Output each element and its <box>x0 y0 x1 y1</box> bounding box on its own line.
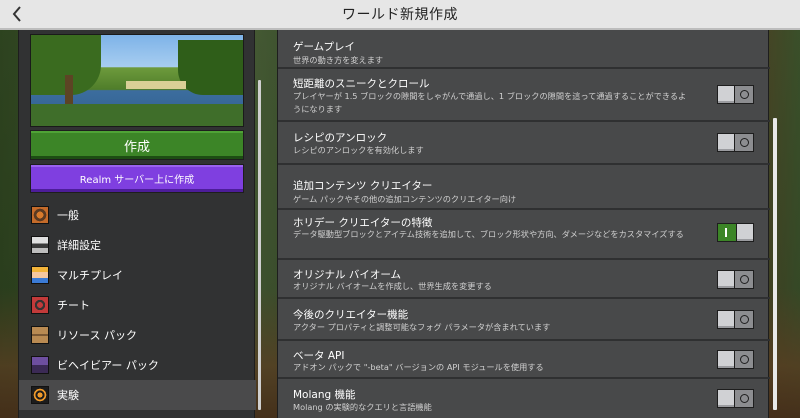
page-title: ワールド新規作成 <box>342 7 458 23</box>
nav-item-cheats[interactable]: チート <box>19 290 256 320</box>
right-scrollbar[interactable] <box>773 118 777 410</box>
section-header-addon-creators: 追加コンテンツ クリエイター ゲーム パックやその他の追加コンテンツのクリエイタ… <box>278 167 770 210</box>
nav-item-behavior-packs[interactable]: ビヘイビアー パック <box>19 350 256 380</box>
setting-desc: Molang の実験的なクエリと言語機能 <box>293 402 432 412</box>
setting-row-holiday-creator: ホリデー クリエイターの特徴 データ駆動型ブロックとアイテム技術を追加して、ブロ… <box>278 212 770 260</box>
resource-pack-icon <box>31 326 49 344</box>
section-header-gameplay: ゲームプレイ 世界の動き方を変えます <box>278 30 770 69</box>
setting-desc: プレイヤーが 1.5 ブロックの隙間をしゃがんで通過し、1 ブロックの隙間を這っ… <box>293 91 687 114</box>
section-title: ゲームプレイ <box>293 41 356 53</box>
title-bar: ワールド新規作成 <box>0 0 800 30</box>
toggle-recipe-unlock[interactable] <box>717 133 754 152</box>
nav-item-label: 詳細設定 <box>57 239 101 252</box>
experiments-panel: ゲームプレイ 世界の動き方を変えます 短距離のスニークとクロール プレイヤーが … <box>277 30 770 418</box>
nav-item-resource-packs[interactable]: リソース パック <box>19 320 256 350</box>
setting-title: 短距離のスニークとクロール <box>293 78 430 90</box>
setting-row-custom-biomes: オリジナル バイオーム オリジナル バイオームを作成し、世界生成を変更する <box>278 262 770 299</box>
behavior-pack-icon <box>31 356 49 374</box>
settings-nav: 一般 詳細設定 マルチプレイ チート リソース パック ビヘイビアー パック 実… <box>19 200 256 410</box>
chevron-left-icon <box>12 6 21 22</box>
toggle-upcoming-creator[interactable] <box>717 310 754 329</box>
setting-row-recipe-unlock: レシピのアンロック レシピのアンロックを有効化します <box>278 124 770 165</box>
experiments-icon <box>31 386 49 404</box>
nav-item-label: 一般 <box>57 209 79 222</box>
toggle-short-sneak[interactable] <box>717 85 754 104</box>
toggle-beta-api[interactable] <box>717 350 754 369</box>
setting-desc: アドオン パックで "-beta" バージョンの API モジュールを使用する <box>293 362 544 372</box>
cheat-icon <box>31 296 49 314</box>
setting-desc: データ駆動型ブロックとアイテム技術を追加して、ブロック形状や方向、ダメージなどを… <box>293 229 684 239</box>
nav-item-label: リソース パック <box>57 329 137 342</box>
setting-row-beta-api: ベータ API アドオン パックで "-beta" バージョンの API モジュ… <box>278 343 770 379</box>
nav-item-label: チート <box>57 299 90 312</box>
setting-row-molang: Molang 機能 Molang の実験的なクエリと言語機能 <box>278 381 770 418</box>
setting-title: Molang 機能 <box>293 389 356 401</box>
nav-item-multiplayer[interactable]: マルチプレイ <box>19 260 256 290</box>
setting-desc: レシピのアンロックを有効化します <box>293 145 424 155</box>
left-panel: 作成 Realm サーバー上に作成 一般 詳細設定 マルチプレイ チート リソー… <box>18 30 256 418</box>
nav-item-label: 実験 <box>57 389 79 402</box>
left-scrollbar[interactable] <box>258 80 261 410</box>
back-button[interactable] <box>6 3 28 25</box>
nav-item-experiments[interactable]: 実験 <box>19 380 256 410</box>
setting-desc: アクター プロパティと調整可能なフォグ パラメータが含まれています <box>293 322 551 332</box>
setting-title: 今後のクリエイター機能 <box>293 309 409 321</box>
section-desc: ゲーム パックやその他の追加コンテンツのクリエイター向け <box>293 194 517 204</box>
toggle-custom-biomes[interactable] <box>717 270 754 289</box>
setting-desc: オリジナル バイオームを作成し、世界生成を変更する <box>293 281 492 291</box>
advanced-icon <box>31 236 49 254</box>
setting-title: レシピのアンロック <box>293 132 388 144</box>
world-preview-image <box>30 34 244 127</box>
multiplayer-icon <box>31 266 49 284</box>
toggle-molang[interactable] <box>717 389 754 408</box>
setting-row-short-sneak: 短距離のスニークとクロール プレイヤーが 1.5 ブロックの隙間をしゃがんで通過… <box>278 71 770 122</box>
nav-item-advanced[interactable]: 詳細設定 <box>19 230 256 260</box>
gear-block-icon <box>31 206 49 224</box>
nav-item-label: ビヘイビアー パック <box>57 359 159 372</box>
nav-item-label: マルチプレイ <box>57 269 123 282</box>
section-desc: 世界の動き方を変えます <box>293 55 384 65</box>
nav-item-general[interactable]: 一般 <box>19 200 256 230</box>
create-button[interactable]: 作成 <box>30 130 244 160</box>
setting-row-upcoming-creator: 今後のクリエイター機能 アクター プロパティと調整可能なフォグ パラメータが含ま… <box>278 301 770 341</box>
toggle-holiday-creator[interactable] <box>717 223 754 242</box>
create-on-realm-button[interactable]: Realm サーバー上に作成 <box>30 164 244 193</box>
section-title: 追加コンテンツ クリエイター <box>293 180 433 192</box>
